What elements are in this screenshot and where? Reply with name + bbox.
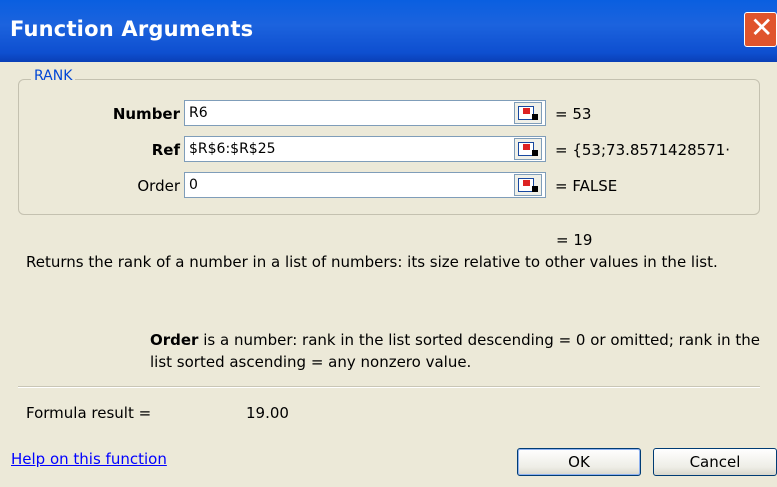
title-bar[interactable]: Function Arguments ✕ [0,0,777,62]
function-result: = 19 [556,231,593,249]
help-link[interactable]: Help on this function [11,450,167,468]
ref-label: Ref [151,141,180,159]
number-collapse-button[interactable] [514,102,542,124]
number-value: = 53 [555,105,592,123]
order-collapse-button[interactable] [514,174,542,196]
close-icon: ✕ [750,11,774,44]
order-field[interactable] [184,172,546,198]
formula-result-label: Formula result = [26,404,152,422]
function-name-label: RANK [31,68,76,84]
close-button[interactable]: ✕ [744,11,777,47]
ref-collapse-button[interactable] [514,138,542,160]
order-value: = FALSE [555,177,618,195]
number-label: Number [112,105,180,123]
ref-value: = {53;73.8571428571· [555,141,731,159]
argument-help: Order is a number: rank in the list sort… [150,329,770,373]
ok-button[interactable]: OK [517,448,641,476]
divider [18,386,760,388]
ref-field[interactable] [184,136,546,162]
argument-help-text: is a number: rank in the list sorted des… [150,331,761,371]
argument-help-name: Order [150,331,199,349]
number-field[interactable] [184,100,546,126]
function-description: Returns the rank of a number in a list o… [26,253,718,271]
formula-result-value: 19.00 [246,404,289,422]
order-label: Order [137,177,180,195]
window-title: Function Arguments [10,17,254,41]
cancel-button[interactable]: Cancel [653,448,777,476]
